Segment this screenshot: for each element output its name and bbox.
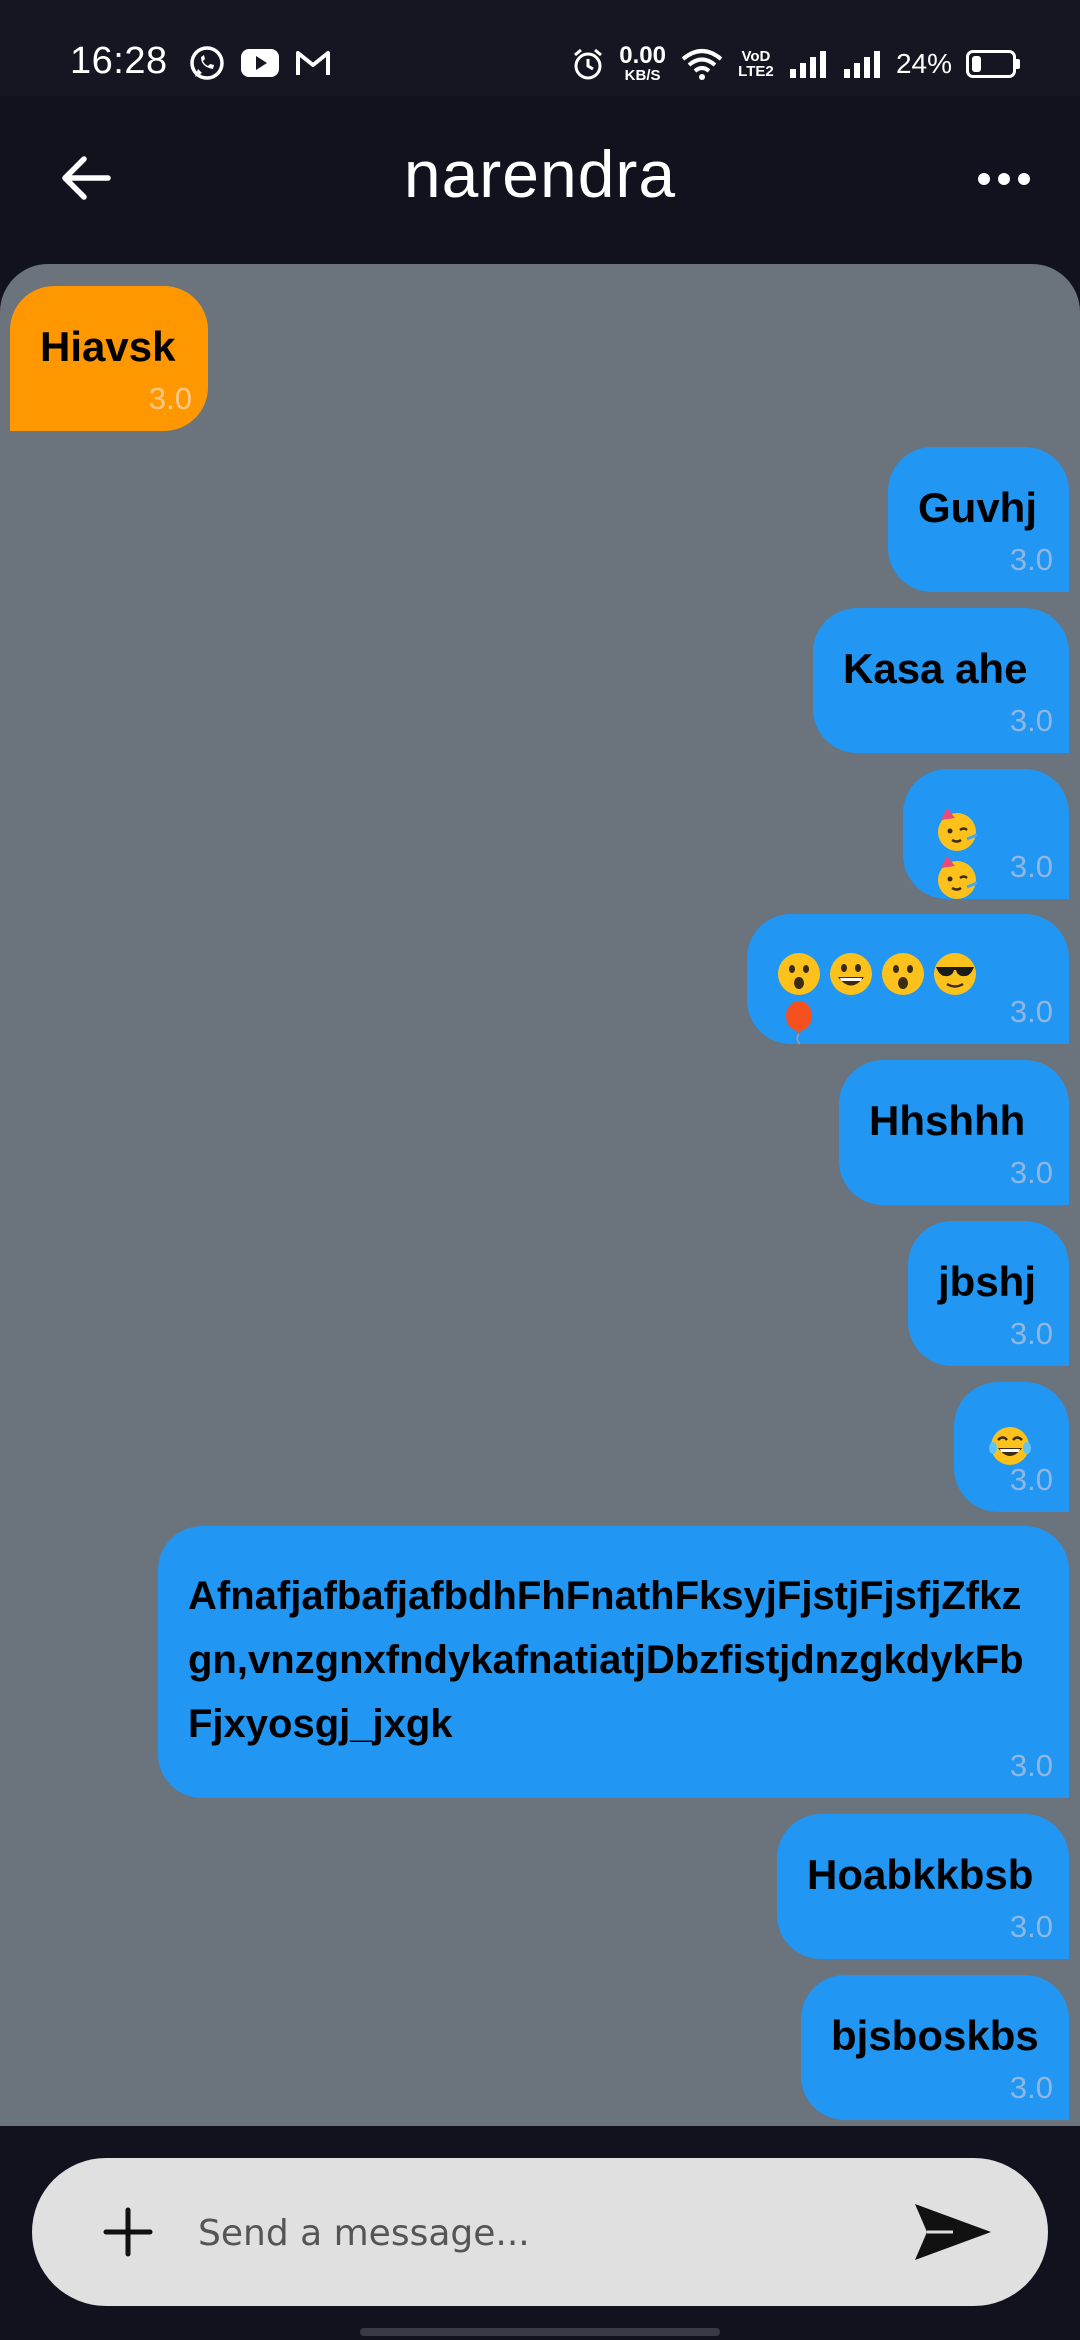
- battery-icon: [966, 49, 1020, 78]
- composer-field: [32, 2158, 1048, 2306]
- message-text: Hoabkkbsb: [807, 1851, 1034, 1898]
- youtube-icon: [241, 49, 279, 77]
- message-time: 3.0: [1009, 1462, 1053, 1497]
- astonished-face-emoji: [882, 953, 924, 995]
- message-bubble-outgoing[interactable]: jbshj 3.0: [908, 1221, 1069, 1366]
- plus-icon: [103, 2207, 153, 2257]
- message-bubble-outgoing[interactable]: 3.0: [903, 769, 1069, 899]
- lte-label: LTE2: [738, 62, 774, 80]
- message-text: jbshj: [938, 1258, 1037, 1305]
- battery-percent: 24%: [895, 47, 952, 79]
- app-bar: narendra: [0, 96, 1080, 264]
- message-bubble-outgoing[interactable]: Hoabkkbsb 3.0: [777, 1814, 1069, 1959]
- message-bubble-incoming[interactable]: Hiavsk 3.0: [10, 286, 208, 431]
- more-options-button[interactable]: [968, 154, 1040, 204]
- message-time: 3.0: [1009, 1748, 1053, 1783]
- message-bubble-outgoing[interactable]: Guvhj 3.0: [888, 447, 1069, 592]
- message-composer: [0, 2126, 1080, 2340]
- message-text: Hhshhh: [869, 1097, 1026, 1144]
- network-speed-unit: KB/S: [624, 67, 661, 84]
- network-speed-value: 0.00: [619, 42, 666, 69]
- volte-indicator: VoD LTE2: [738, 49, 774, 79]
- message-time: 3.0: [1009, 1316, 1053, 1351]
- message-time: 3.0: [1009, 849, 1053, 884]
- message-time: 3.0: [1009, 1909, 1053, 1944]
- message-bubble-outgoing[interactable]: Hhshhh 3.0: [839, 1060, 1069, 1205]
- status-time: 16:28: [70, 40, 168, 82]
- message-time: 3.0: [1009, 703, 1053, 738]
- sunglasses-face-emoji: [934, 953, 976, 995]
- notification-icons: [188, 44, 332, 82]
- message-bubble-outgoing[interactable]: 3.0: [747, 914, 1069, 1045]
- message-bubble-outgoing[interactable]: AfnafjafbafjafbdhFhFnathFksyjFjstjFjsfjZ…: [158, 1526, 1069, 1798]
- signal-strength-icon: [789, 50, 826, 78]
- message-time: 3.0: [148, 381, 192, 416]
- balloon-emoji: [786, 1001, 812, 1045]
- add-attachment-button[interactable]: [90, 2194, 166, 2270]
- partying-face-emoji: [938, 856, 978, 899]
- message-bubble-outgoing[interactable]: Kasa ahe 3.0: [813, 608, 1069, 753]
- battery-level-fill: [972, 55, 981, 72]
- system-indicators: 0.00 KB/S VoD LTE2 24%: [571, 42, 1020, 84]
- message-time: 3.0: [1009, 2070, 1053, 2105]
- message-input[interactable]: [196, 2198, 900, 2268]
- message-text: AfnafjafbafjafbdhFhFnathFksyjFjstjFjsfjZ…: [188, 1574, 1024, 1746]
- chat-screen: 16:28 0.00 KB/S VoD LTE2 24% narendra Hi…: [0, 0, 1080, 2340]
- more-horizontal-icon: [978, 173, 990, 185]
- send-icon: [915, 2204, 991, 2260]
- message-bubble-outgoing[interactable]: bjsboskbs 3.0: [801, 1975, 1069, 2120]
- message-bubble-outgoing[interactable]: 3.0: [954, 1382, 1069, 1512]
- page-title: narendra: [403, 137, 677, 211]
- more-dot: [1018, 173, 1030, 185]
- message-text: Kasa ahe: [843, 645, 1028, 692]
- partying-face-emoji: [938, 808, 978, 851]
- alarm-icon: [574, 48, 603, 79]
- message-time: 3.0: [1009, 1155, 1053, 1190]
- message-list[interactable]: Hiavsk 3.0 Guvhj 3.0 Kasa ahe 3.0 3.0 3.…: [0, 264, 1080, 2126]
- message-text: Hiavsk: [40, 323, 176, 370]
- whatsapp-icon: [190, 46, 224, 80]
- gmail-icon: [296, 51, 330, 75]
- message-text: Guvhj: [918, 484, 1038, 531]
- grinning-face-emoji: [830, 953, 872, 995]
- status-bar: 16:28 0.00 KB/S VoD LTE2 24%: [0, 0, 1080, 96]
- wifi-icon: [681, 48, 723, 80]
- message-time: 3.0: [1009, 542, 1053, 577]
- more-dot: [998, 173, 1010, 185]
- astonished-face-emoji: [778, 953, 820, 995]
- home-indicator[interactable]: [360, 2328, 720, 2336]
- message-time: 3.0: [1009, 994, 1053, 1029]
- signal-strength-icon: [843, 50, 880, 78]
- send-button[interactable]: [908, 2194, 998, 2270]
- network-speed: 0.00 KB/S: [619, 42, 666, 84]
- message-text: bjsboskbs: [831, 2012, 1039, 2059]
- volte-label: VoD: [741, 47, 771, 65]
